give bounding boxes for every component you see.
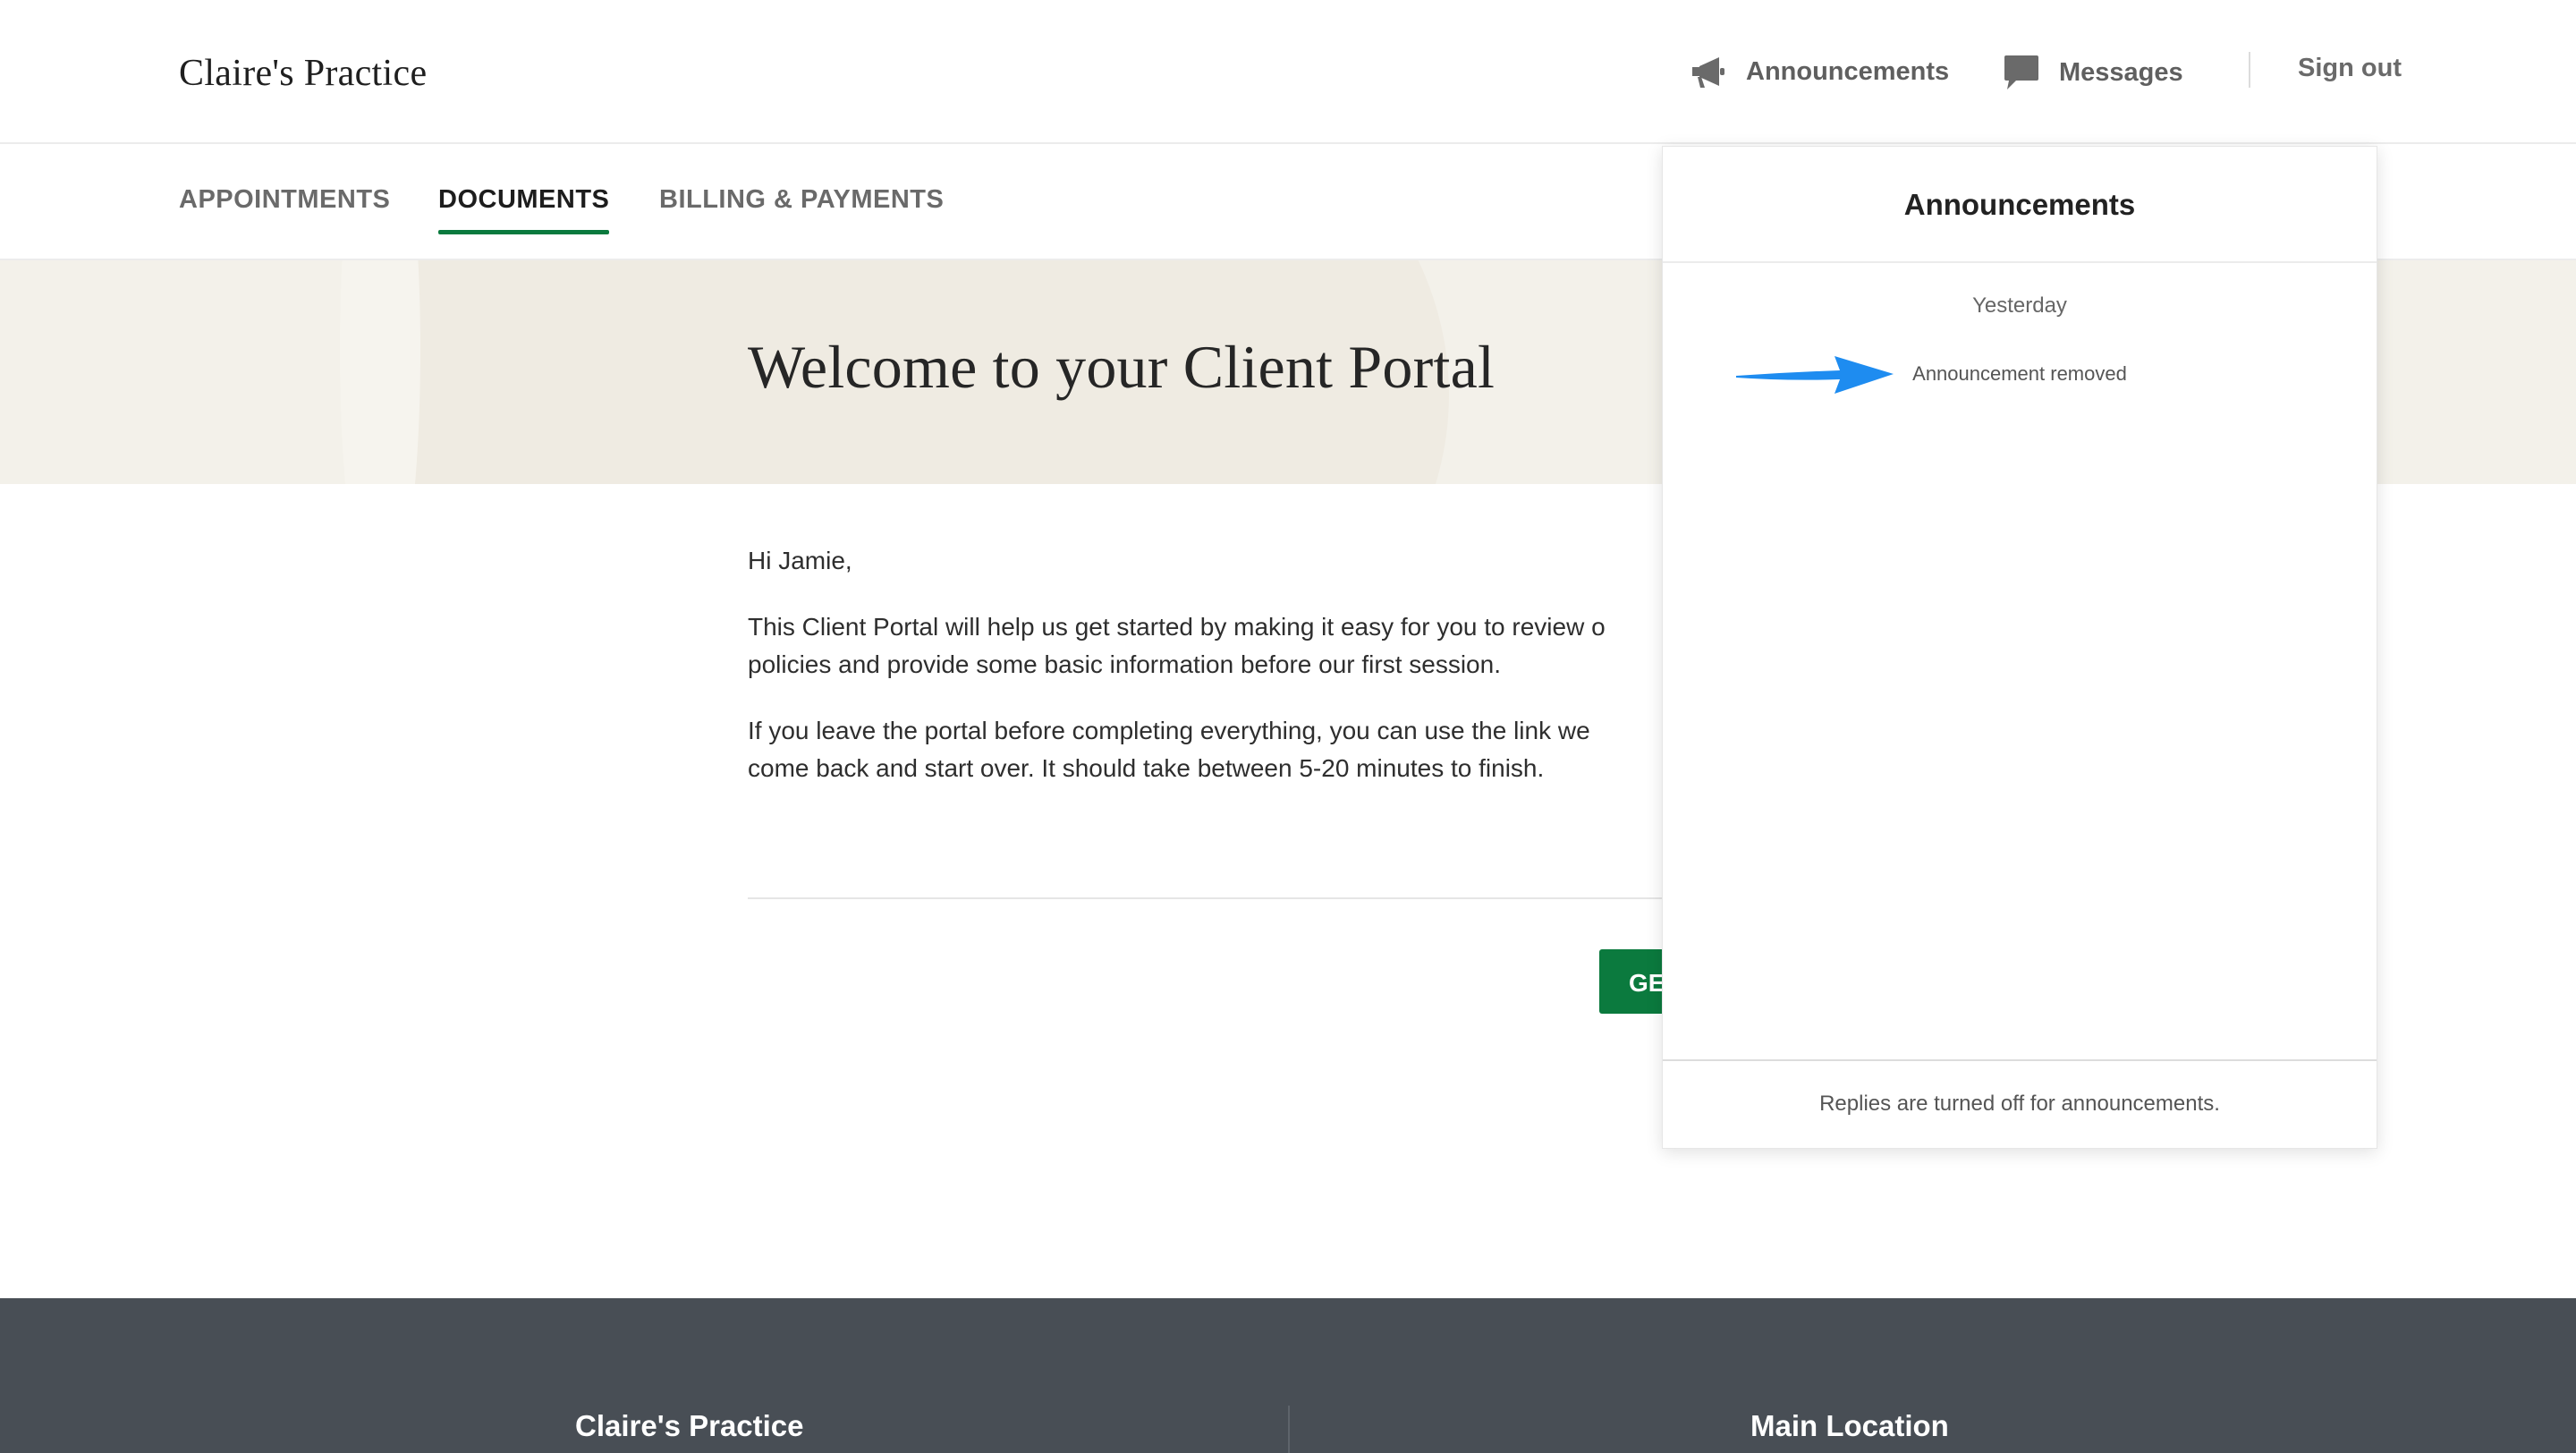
announcement-item[interactable]: Announcement removed: [1663, 362, 2377, 386]
announcement-date: Yesterday: [1972, 293, 2067, 318]
page-title: Welcome to your Client Portal: [748, 333, 1496, 401]
tab-appointments[interactable]: APPOINTMENTS: [179, 185, 390, 215]
messages-label: Messages: [2059, 57, 2183, 87]
announcements-label: Announcements: [1746, 56, 1950, 86]
instructions-line-2: come back and start over. It should take…: [748, 754, 1545, 782]
replies-off-note: Replies are turned off for announcements…: [1819, 1092, 2220, 1116]
messages-link[interactable]: Messages: [2002, 54, 2183, 91]
popover-header: Announcements: [1663, 147, 2377, 263]
hero-decoration-stripe: [340, 260, 420, 484]
page-footer: Claire's Practice Main Location: [0, 1298, 2576, 1453]
intro-line-2: policies and provide some basic informat…: [748, 650, 1501, 678]
footer-divider: [1288, 1406, 1290, 1453]
welcome-content: Hi Jamie, This Client Portal will help u…: [748, 542, 1669, 816]
megaphone-icon: [1689, 54, 1728, 89]
content-divider: [748, 897, 1669, 899]
instructions-paragraph: If you leave the portal before completin…: [748, 712, 1669, 787]
footer-location-title: Main Location: [1750, 1409, 1949, 1442]
greeting-text: Hi Jamie,: [748, 547, 852, 574]
announcements-link[interactable]: Announcements: [1689, 54, 1949, 89]
header-divider: [2249, 52, 2250, 88]
footer-practice-title: Claire's Practice: [575, 1409, 804, 1442]
intro-paragraph: This Client Portal will help us get star…: [748, 608, 1669, 684]
tab-billing-payments[interactable]: BILLING & PAYMENTS: [659, 185, 944, 215]
practice-brand[interactable]: Claire's Practice: [179, 52, 427, 95]
speech-bubble-icon: [2002, 54, 2041, 91]
announcements-popover: Announcements Yesterday Announcement rem…: [1662, 146, 2377, 1149]
tab-documents[interactable]: DOCUMENTS: [438, 185, 610, 234]
popover-footer: Replies are turned off for announcements…: [1663, 1059, 2377, 1150]
signout-link[interactable]: Sign out: [2298, 54, 2402, 83]
top-header: Claire's Practice Announcements Messages…: [0, 0, 2576, 144]
instructions-line-1: If you leave the portal before completin…: [748, 717, 1590, 744]
intro-line-1: This Client Portal will help us get star…: [748, 613, 1606, 641]
popover-title: Announcements: [1903, 188, 2136, 221]
